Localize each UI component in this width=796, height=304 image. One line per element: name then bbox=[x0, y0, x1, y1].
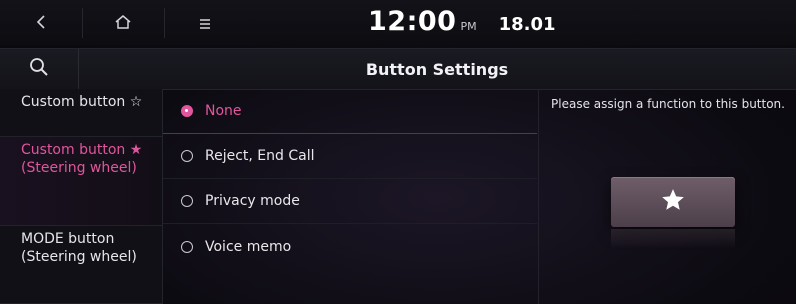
screen: 12:00 PM 18.01 Button Settings Custom bu… bbox=[0, 0, 796, 304]
option-label: Reject, End Call bbox=[205, 148, 315, 164]
clock-date: 18.01 bbox=[498, 14, 556, 35]
info-text: Please assign a function to this button. bbox=[551, 97, 785, 111]
option-voice-memo[interactable]: Voice memo bbox=[163, 224, 537, 269]
radio-unselected-icon[interactable] bbox=[181, 195, 193, 207]
page-title: Button Settings bbox=[365, 59, 509, 79]
status-bar: 12:00 PM 18.01 bbox=[0, 0, 796, 45]
clock-time: 12:00 bbox=[368, 6, 457, 37]
left-menu-item-custom-button-steering[interactable]: Custom button ★ (Steering wheel) bbox=[0, 137, 162, 226]
option-label: Voice memo bbox=[205, 238, 292, 255]
button-reflection bbox=[611, 229, 735, 249]
home-icon bbox=[114, 11, 132, 35]
custom-star-button[interactable] bbox=[611, 177, 735, 227]
left-menu-item-mode-button-steering[interactable]: MODE button (Steering wheel) bbox=[0, 226, 162, 304]
chevron-left-icon bbox=[34, 11, 48, 35]
left-menu-item-label: Custom button ★ (Steering wheel) bbox=[21, 142, 143, 176]
options-list: None Reject, End Call Privacy mode Voice… bbox=[163, 89, 537, 304]
option-privacy-mode[interactable]: Privacy mode bbox=[163, 179, 537, 224]
search-icon bbox=[29, 57, 49, 81]
hamburger-menu-icon bbox=[198, 11, 212, 35]
menu-button[interactable] bbox=[164, 0, 246, 45]
info-panel: Please assign a function to this button. bbox=[538, 89, 796, 304]
left-menu-item-label: MODE button (Steering wheel) bbox=[21, 231, 137, 265]
left-menu-item-label: Custom button ☆ bbox=[21, 94, 143, 110]
clock-ampm: PM bbox=[460, 20, 477, 33]
title-bar: Button Settings bbox=[0, 48, 796, 90]
radio-selected-icon[interactable] bbox=[181, 105, 193, 117]
left-menu: Custom button ☆ Custom button ★ (Steerin… bbox=[0, 89, 163, 304]
back-button[interactable] bbox=[0, 0, 82, 45]
home-button[interactable] bbox=[82, 0, 164, 45]
clock: 12:00 PM 18.01 bbox=[368, 6, 556, 40]
star-icon bbox=[660, 187, 686, 217]
left-menu-item-custom-button[interactable]: Custom button ☆ bbox=[0, 89, 162, 137]
search-button[interactable] bbox=[0, 49, 79, 89]
radio-unselected-icon[interactable] bbox=[181, 240, 193, 253]
option-label: Privacy mode bbox=[205, 193, 300, 209]
option-label: None bbox=[205, 103, 242, 119]
option-reject-end-call[interactable]: Reject, End Call bbox=[163, 134, 537, 179]
option-none[interactable]: None bbox=[163, 89, 537, 134]
radio-unselected-icon[interactable] bbox=[181, 150, 193, 162]
